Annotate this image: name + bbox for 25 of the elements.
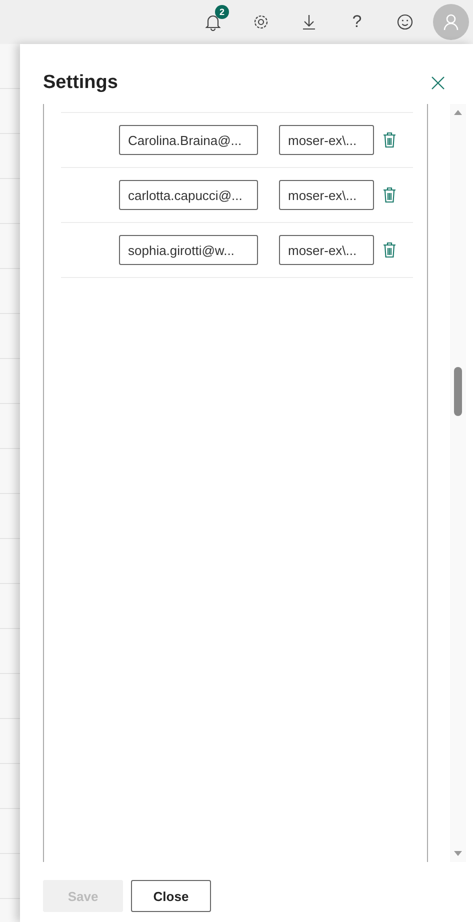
scrollbar[interactable] — [450, 104, 466, 862]
settings-icon — [252, 13, 270, 31]
help-button[interactable]: ? — [337, 2, 377, 42]
bell-icon — [204, 13, 222, 31]
email-field[interactable]: sophia.girotti@w... — [119, 235, 258, 265]
delete-button[interactable] — [383, 132, 396, 148]
account-field[interactable]: moser-ex\... — [279, 235, 374, 265]
close-button[interactable] — [431, 76, 445, 90]
notifications-button[interactable]: 2 — [193, 2, 233, 42]
panel-button[interactable]: Close — [131, 880, 211, 912]
person-icon — [442, 13, 460, 31]
delete-button[interactable] — [383, 242, 396, 258]
trash-icon — [383, 132, 396, 148]
account-field[interactable]: moser-ex\... — [279, 125, 374, 155]
smiley-icon — [396, 13, 414, 31]
panel-title: Settings — [43, 72, 118, 94]
email-field[interactable]: carlotta.capucci@... — [119, 180, 258, 210]
trash-icon — [383, 242, 396, 258]
close-icon — [431, 76, 445, 90]
email-field[interactable]: Carolina.Braina@... — [119, 125, 258, 155]
account-field[interactable]: moser-ex\... — [279, 180, 374, 210]
notification-badge: 2 — [215, 5, 229, 19]
delete-button[interactable] — [383, 187, 396, 203]
trash-icon — [383, 187, 396, 203]
download-icon — [300, 13, 318, 31]
